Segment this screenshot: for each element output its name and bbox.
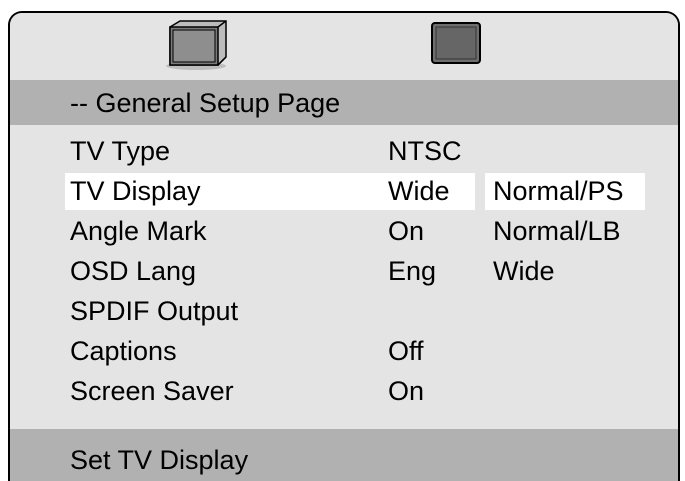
osd-setup-menu: -- General Setup Page TV Type NTSC TV Di… <box>8 11 680 481</box>
menu-item-spdif-output[interactable]: SPDIF Output <box>10 293 678 330</box>
option-wide[interactable]: Wide <box>485 253 645 290</box>
option-normal-ps[interactable]: Normal/PS <box>485 173 645 210</box>
option-label: Normal/PS <box>493 176 624 206</box>
option-label: Wide <box>493 256 555 286</box>
menu-item-value: Eng <box>388 256 437 286</box>
menu-item-value: On <box>388 216 425 246</box>
page-title-bar: -- General Setup Page <box>10 80 678 125</box>
menu-item-label: Angle Mark <box>70 216 207 246</box>
status-bar: Set TV Display <box>10 429 678 481</box>
menu-item-value: Wide <box>388 176 450 206</box>
menu-item-label: OSD Lang <box>70 256 197 286</box>
menu-item-label: Captions <box>70 336 177 366</box>
menu-item-label: TV Type <box>70 136 171 166</box>
menu-item-label: Screen Saver <box>70 376 234 406</box>
menu-item-captions[interactable]: Captions Off <box>10 333 678 370</box>
menu-item-tv-type[interactable]: TV Type NTSC <box>10 133 678 170</box>
option-normal-lb[interactable]: Normal/LB <box>485 213 645 250</box>
page-title: -- General Setup Page <box>70 88 341 118</box>
tv-icon[interactable] <box>160 19 230 71</box>
menu-item-value: Off <box>388 336 424 366</box>
disc-icon[interactable] <box>430 21 484 67</box>
option-label: Normal/LB <box>493 216 621 246</box>
menu-item-value: On <box>388 376 425 406</box>
tab-bar <box>10 13 678 75</box>
menu-item-label: SPDIF Output <box>70 296 239 326</box>
status-text: Set TV Display <box>70 445 249 475</box>
menu-item-value: NTSC <box>388 136 462 166</box>
menu-item-label: TV Display <box>70 176 201 206</box>
menu-item-screen-saver[interactable]: Screen Saver On <box>10 373 678 410</box>
